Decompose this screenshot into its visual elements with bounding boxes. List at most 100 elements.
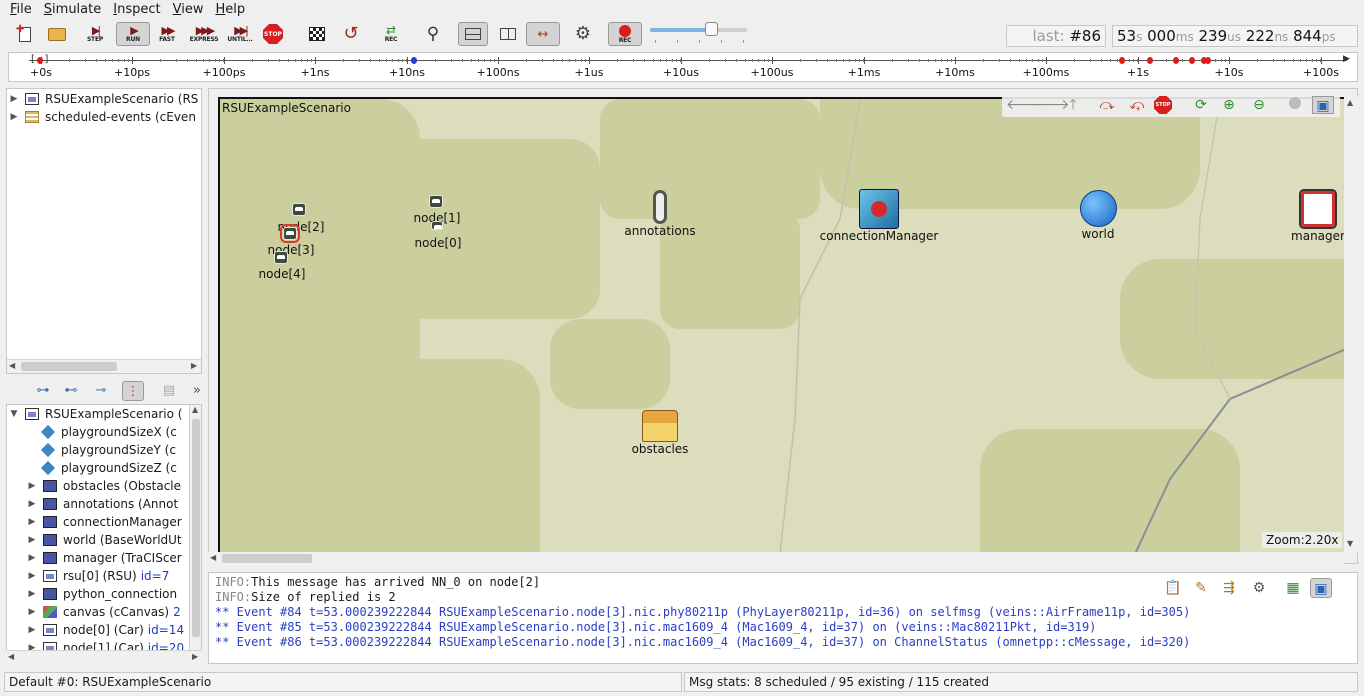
canvas-vertical-scrollbar[interactable]: ▲ ▼ bbox=[1344, 97, 1358, 552]
filter-log-button[interactable]: ⇶ bbox=[1218, 578, 1240, 598]
obstacles-module[interactable]: obstacles bbox=[626, 410, 694, 456]
mfast-button[interactable]: ⤽ bbox=[1126, 96, 1148, 114]
expand-arrow-icon[interactable]: ▶ bbox=[25, 477, 39, 495]
fast-run-button[interactable]: ▶▶ FAST bbox=[152, 22, 182, 46]
timeline-event-dot[interactable] bbox=[1189, 57, 1195, 64]
menu-inspect[interactable]: Inspect bbox=[107, 0, 166, 20]
collapse-arrow-icon[interactable]: ▼ bbox=[7, 405, 21, 423]
module-tree-item[interactable]: playgroundSizeZ (c bbox=[39, 459, 177, 477]
module-tree-item[interactable]: ▶ annotations (Annot bbox=[25, 495, 179, 513]
timeline-toggle-button[interactable]: ↔ bbox=[526, 22, 560, 46]
mrun-button[interactable]: ⤼ bbox=[1096, 96, 1118, 114]
parent-button[interactable]: 🡑 bbox=[1062, 96, 1084, 114]
stop-button[interactable]: STOP bbox=[258, 22, 288, 46]
timeline-event-dot[interactable] bbox=[411, 57, 417, 64]
record-eventlog-button[interactable]: ⇄ REC bbox=[376, 22, 406, 46]
node-0-icon[interactable] bbox=[431, 221, 443, 230]
network-canvas[interactable] bbox=[218, 97, 1344, 552]
find-log-button[interactable]: ✎ bbox=[1190, 578, 1212, 598]
menu-simulate[interactable]: Simulate bbox=[38, 0, 107, 20]
module-tree-item[interactable]: playgroundSizeY (c bbox=[39, 441, 176, 459]
grouped-mode-button[interactable]: ⊷ bbox=[60, 381, 82, 401]
module-tree-hscroll[interactable]: ◀ ▶ bbox=[6, 650, 202, 664]
timeline-event-dot[interactable] bbox=[1147, 57, 1153, 64]
expand-arrow-icon[interactable]: ▶ bbox=[25, 495, 39, 513]
expand-arrow-icon[interactable]: ▶ bbox=[25, 603, 39, 621]
module-tree-item[interactable]: playgroundSizeX (c bbox=[39, 423, 177, 441]
more-button[interactable]: » bbox=[186, 381, 208, 401]
scroll-up-icon[interactable]: ▲ bbox=[1347, 98, 1353, 107]
expand-arrow-icon[interactable]: ▶ bbox=[25, 531, 39, 549]
module-tree-item[interactable]: ▶ manager (TraCIScer bbox=[25, 549, 182, 567]
canvas-horizontal-scrollbar[interactable]: ◀ bbox=[208, 552, 1344, 564]
run-until-button[interactable]: ▶▶| UNTIL... bbox=[224, 22, 256, 46]
layer-toggle-button[interactable]: ▣ bbox=[1312, 96, 1334, 114]
find-objects-button[interactable]: ⚲ bbox=[418, 22, 448, 46]
menu-file[interactable]: File bbox=[4, 0, 38, 20]
node-4-icon[interactable] bbox=[274, 251, 288, 264]
scroll-left-icon[interactable]: ◀ bbox=[210, 553, 216, 562]
menu-help[interactable]: Help bbox=[209, 0, 251, 20]
module-tree-item[interactable]: ▶ world (BaseWorldUt bbox=[25, 531, 182, 549]
forward-button[interactable]: 🡒 bbox=[1032, 96, 1070, 114]
module-tree-item[interactable]: ▶ canvas (cCanvas) 2 bbox=[25, 603, 181, 621]
tree-item-root[interactable]: ▼ RSUExampleScenario ( bbox=[7, 405, 183, 423]
horizontal-scrollbar[interactable]: ◀ ▶ bbox=[7, 359, 201, 373]
step-button[interactable]: ▶| STEP bbox=[80, 22, 110, 46]
expand-arrow-icon[interactable]: ▶ bbox=[25, 513, 39, 531]
world-module[interactable]: world bbox=[1070, 190, 1126, 241]
manager-module[interactable]: manager bbox=[1290, 189, 1346, 243]
module-tree-item[interactable]: ▶ node[0] (Car) id=14 bbox=[25, 621, 185, 639]
scrollbar-thumb[interactable] bbox=[21, 362, 117, 371]
inheritance-mode-button[interactable]: ⊸ bbox=[90, 381, 112, 401]
back-button[interactable]: 🡐 bbox=[1006, 96, 1044, 114]
packet-mode-button[interactable]: ▤ bbox=[158, 381, 180, 401]
connection-manager-module[interactable]: connectionManager bbox=[818, 189, 940, 243]
flat-mode-button[interactable]: ⋮ bbox=[122, 381, 144, 401]
timeline[interactable]: +0s +10ps +100ps +1ns +10ns +100ns +1us +10us +1… bbox=[8, 52, 1358, 82]
module-tree-item[interactable]: ▶ obstacles (Obstacle bbox=[25, 477, 182, 495]
vertical-scrollbar[interactable]: ▲ ▼ bbox=[189, 405, 201, 663]
expand-arrow-icon[interactable]: ▶ bbox=[7, 108, 21, 126]
zoom-out-button[interactable]: ⊖ bbox=[1248, 96, 1270, 114]
children-mode-button[interactable]: ⊶ bbox=[32, 381, 54, 401]
node-1-icon[interactable] bbox=[429, 195, 443, 208]
annotations-module[interactable]: annotations bbox=[620, 190, 700, 238]
scroll-right-icon[interactable]: ▶ bbox=[192, 652, 198, 661]
scrollbar-thumb[interactable] bbox=[222, 554, 312, 563]
log-mode-button[interactable]: ▣ bbox=[1310, 578, 1332, 598]
timeline-event-dot[interactable] bbox=[1119, 57, 1125, 64]
layout-vertical-button[interactable] bbox=[493, 22, 523, 46]
scroll-right-icon[interactable]: ▶ bbox=[191, 361, 197, 370]
messages-mode-button[interactable]: ▦ bbox=[1282, 578, 1304, 598]
new-run-button[interactable]: ✚ bbox=[10, 22, 40, 46]
scroll-left-icon[interactable]: ◀ bbox=[9, 361, 15, 370]
express-run-button[interactable]: ▶▶▶ EXPRESS bbox=[188, 22, 220, 46]
expand-arrow-icon[interactable]: ▶ bbox=[25, 621, 39, 639]
timeline-event-dot[interactable] bbox=[1205, 57, 1211, 64]
anim-toggle-button[interactable] bbox=[1284, 96, 1306, 114]
zoom-in-button[interactable]: ⊕ bbox=[1218, 96, 1240, 114]
module-tree-item[interactable]: ▶ python_connection bbox=[25, 585, 178, 603]
rebuild-network-button[interactable]: ↺ bbox=[336, 22, 366, 46]
expand-arrow-icon[interactable]: ▶ bbox=[7, 90, 21, 108]
relayout-button[interactable]: ⟳ bbox=[1190, 96, 1212, 114]
expand-arrow-icon[interactable]: ▶ bbox=[25, 567, 39, 585]
node-2-icon[interactable] bbox=[292, 203, 306, 216]
scroll-down-icon[interactable]: ▼ bbox=[1347, 539, 1353, 548]
menu-view[interactable]: View bbox=[167, 0, 210, 20]
log-settings-button[interactable]: ⚙ bbox=[1248, 578, 1270, 598]
timeline-event-dot[interactable] bbox=[1173, 57, 1179, 64]
animation-speed-slider[interactable] bbox=[705, 22, 718, 36]
preferences-button[interactable]: ⚙ bbox=[568, 22, 598, 46]
conclude-button[interactable] bbox=[302, 22, 332, 46]
mstop-button[interactable]: STOP bbox=[1154, 96, 1176, 114]
module-tree-item[interactable]: ▶ connectionManager bbox=[25, 513, 182, 531]
scroll-up-icon[interactable]: ▲ bbox=[192, 405, 198, 414]
scroll-left-icon[interactable]: ◀ bbox=[8, 652, 14, 661]
node-3-icon[interactable] bbox=[280, 224, 300, 243]
scrollbar-thumb[interactable] bbox=[192, 419, 200, 637]
expand-arrow-icon[interactable]: ▶ bbox=[25, 549, 39, 567]
record-video-button[interactable]: REC bbox=[608, 22, 642, 46]
tree-item-network[interactable]: ▶ RSUExampleScenario (RS bbox=[7, 90, 199, 108]
